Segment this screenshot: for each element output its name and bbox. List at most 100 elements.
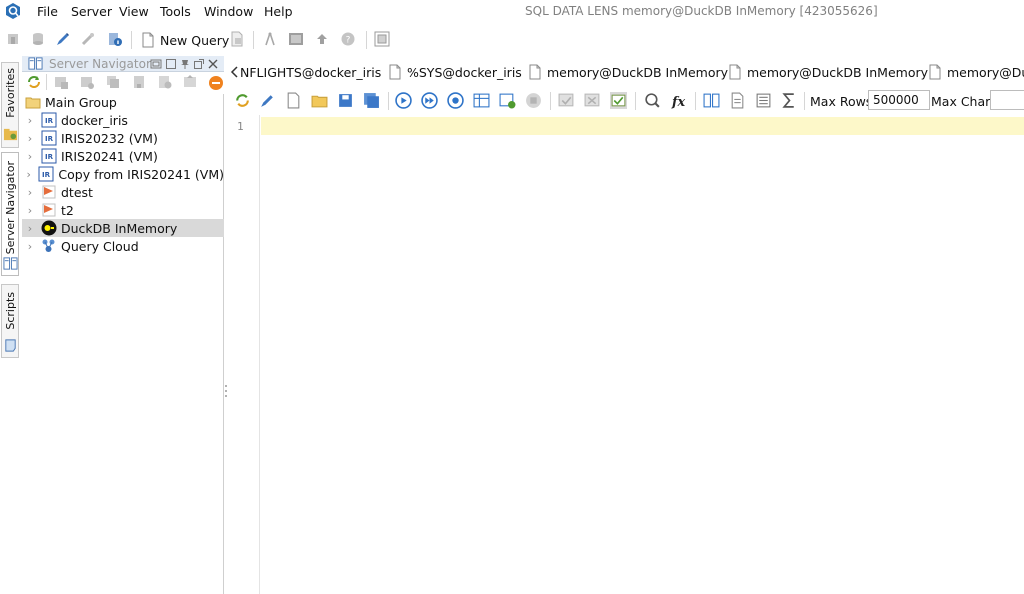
history-icon[interactable]: [755, 92, 772, 109]
menu-help[interactable]: Help: [264, 4, 293, 19]
tab-memory-duckdb-2[interactable]: memory@DuckDB InMemory: [728, 62, 928, 82]
link-icon[interactable]: [80, 31, 96, 47]
format-sql-icon[interactable]: [729, 92, 746, 109]
sum-icon[interactable]: [781, 92, 798, 109]
tree-item-iris20232[interactable]: › IR IRIS20232 (VM): [22, 129, 224, 147]
new-file-icon[interactable]: [285, 92, 302, 109]
tab-favorites[interactable]: Favorites: [1, 62, 19, 148]
duckdb-icon: [41, 220, 57, 236]
help-icon[interactable]: ?: [340, 31, 356, 47]
split-editor-icon[interactable]: [703, 92, 720, 109]
export-servers-icon[interactable]: [182, 74, 198, 90]
tree-item-duckdb-inmemory[interactable]: › DuckDB InMemory: [22, 219, 224, 237]
menu-view[interactable]: View: [119, 4, 149, 19]
expand-chevron-icon[interactable]: ›: [24, 132, 36, 145]
sql-editor[interactable]: 1: [228, 115, 1024, 594]
tree-item-label: dtest: [61, 184, 93, 200]
refresh-connection-icon[interactable]: [234, 92, 251, 109]
expand-chevron-icon[interactable]: ›: [24, 240, 36, 253]
expand-chevron-icon[interactable]: ›: [24, 204, 36, 217]
editor-toolbar-separator: [635, 92, 636, 110]
current-line-highlight[interactable]: [261, 117, 1024, 135]
tab-nflights-docker-iris[interactable]: NFLIGHTS@docker_iris: [230, 62, 381, 82]
stop-icon[interactable]: [208, 75, 224, 91]
open-folder-icon[interactable]: [311, 92, 328, 109]
result-grid-icon[interactable]: [473, 92, 490, 109]
line-number-gutter: 1: [228, 115, 260, 594]
window-title: SQL DATA LENS memory@DuckDB InMemory [42…: [525, 4, 878, 18]
console-icon[interactable]: [288, 31, 304, 47]
expand-chevron-icon[interactable]: ›: [24, 114, 36, 127]
add-group-icon[interactable]: [79, 74, 95, 90]
tab-memory-duckdb-3[interactable]: memory@Duc: [928, 62, 1024, 82]
maximize-panel-icon[interactable]: [165, 58, 177, 70]
connect-icon[interactable]: [5, 31, 21, 47]
add-result-icon[interactable]: [499, 92, 516, 109]
menu-server[interactable]: Server: [71, 4, 112, 19]
tree-item-query-cloud[interactable]: › Query Cloud: [22, 237, 224, 255]
pin-panel-icon[interactable]: [179, 58, 191, 70]
function-icon[interactable]: fx: [670, 92, 687, 109]
query-file-icon: [529, 64, 541, 80]
disconnect-icon[interactable]: [30, 31, 46, 47]
execute-statement-icon[interactable]: [395, 92, 412, 109]
tab-label: memory@DuckDB InMemory: [547, 64, 729, 80]
generic-db-icon: [42, 203, 56, 217]
save-all-icon[interactable]: [363, 92, 380, 109]
new-query-button[interactable]: New Query: [140, 30, 229, 50]
menu-tools[interactable]: Tools: [160, 4, 191, 19]
tree-item-main-group[interactable]: Main Group: [22, 93, 224, 111]
add-server-icon[interactable]: [53, 74, 69, 90]
menu-window[interactable]: Window: [204, 4, 253, 19]
explain-plan-icon[interactable]: [644, 92, 661, 109]
expand-chevron-icon[interactable]: ›: [24, 186, 36, 199]
stop-execution-icon[interactable]: [525, 92, 542, 109]
tree-item-label: t2: [61, 202, 74, 218]
compass-icon[interactable]: [262, 31, 278, 47]
query-file-icon: [929, 64, 941, 80]
execute-script-icon[interactable]: [447, 92, 464, 109]
edit-icon[interactable]: [259, 92, 276, 109]
copy-server-icon[interactable]: [105, 74, 121, 90]
save-icon[interactable]: [337, 92, 354, 109]
expand-chevron-icon[interactable]: ›: [24, 150, 36, 163]
svg-text:fx: fx: [671, 95, 685, 109]
tree-item-iris20241[interactable]: › IR IRIS20241 (VM): [22, 147, 224, 165]
open-query-icon[interactable]: [229, 31, 245, 47]
svg-text:IR: IR: [42, 171, 51, 179]
refresh-icon[interactable]: [26, 74, 42, 90]
tree-item-docker-iris[interactable]: › IR docker_iris: [22, 111, 224, 129]
delete-server-icon[interactable]: [131, 74, 147, 90]
max-rows-input[interactable]: [868, 90, 930, 110]
toolbar-separator: [131, 31, 132, 49]
menu-file[interactable]: File: [37, 4, 58, 19]
server-info-icon[interactable]: [107, 31, 123, 47]
server-properties-icon[interactable]: [157, 74, 173, 90]
upload-icon[interactable]: [314, 31, 330, 47]
expand-chevron-icon[interactable]: ›: [24, 168, 33, 181]
tree-item-t2[interactable]: › t2: [22, 201, 224, 219]
tab-memory-duckdb-1[interactable]: memory@DuckDB InMemory: [528, 62, 728, 82]
svg-text:?: ?: [346, 36, 351, 46]
tree-item-copy-from-iris20241[interactable]: › IR Copy from IRIS20241 (VM): [22, 165, 224, 183]
rollback-icon[interactable]: [584, 92, 601, 109]
tree-item-label: IRIS20241 (VM): [61, 148, 158, 164]
max-chars-input[interactable]: [990, 90, 1024, 110]
tab-server-navigator[interactable]: Server Navigator: [1, 152, 19, 276]
panel-layout-icon[interactable]: [374, 31, 390, 47]
iris-server-icon: IR: [41, 112, 57, 128]
restore-panel-icon[interactable]: [150, 58, 162, 70]
tab-scripts[interactable]: Scripts: [1, 284, 19, 358]
close-panel-icon[interactable]: [207, 58, 219, 70]
execute-all-icon[interactable]: [421, 92, 438, 109]
expand-chevron-icon[interactable]: ›: [24, 222, 36, 235]
tab-label: NFLIGHTS@docker_iris: [240, 64, 382, 80]
tab-sys-docker-iris[interactable]: %SYS@docker_iris: [388, 62, 522, 82]
scroll-tabs-left-icon[interactable]: [230, 66, 239, 78]
tree-item-dtest[interactable]: › dtest: [22, 183, 224, 201]
edit-connection-icon[interactable]: [55, 31, 71, 47]
autocommit-toggle-icon[interactable]: [610, 92, 627, 109]
detach-panel-icon[interactable]: [193, 58, 205, 70]
tab-scripts-label: Scripts: [4, 292, 17, 330]
commit-icon[interactable]: [558, 92, 575, 109]
